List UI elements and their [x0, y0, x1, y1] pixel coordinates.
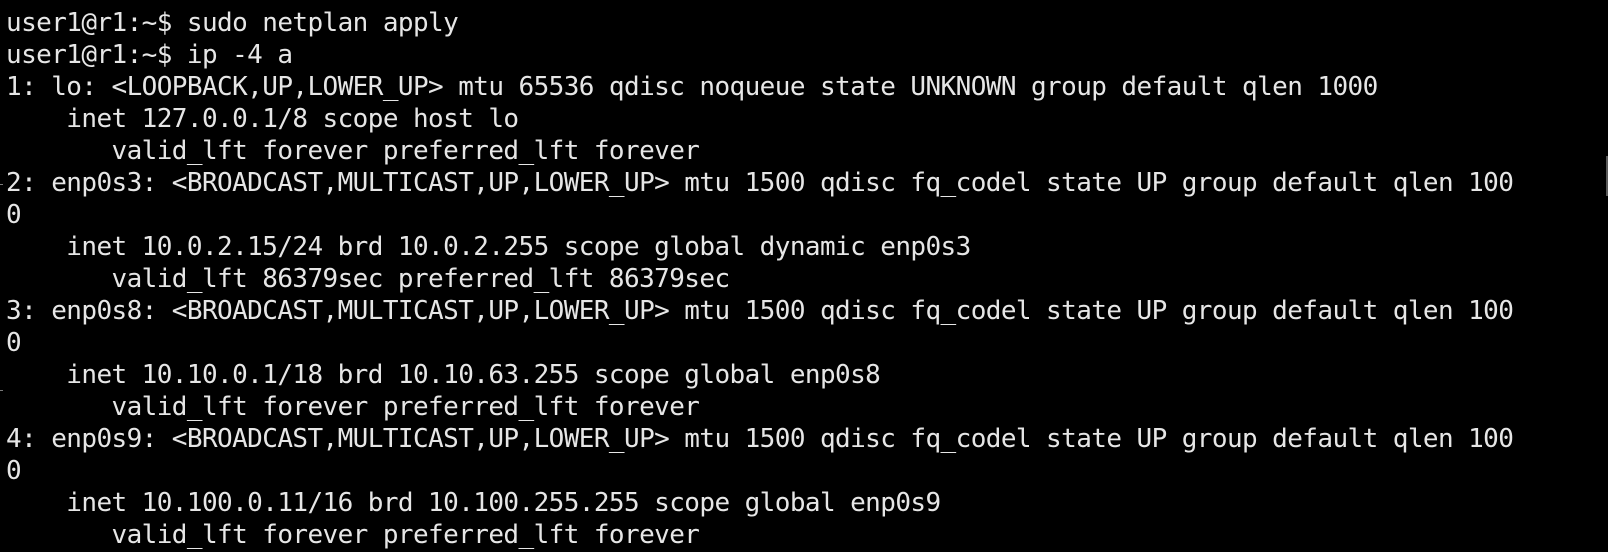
interface-enp0s3-header-wrap: 0 [6, 200, 22, 230]
interface-enp0s3-lifetime: valid_lft 86379sec preferred_lft 86379se… [6, 264, 731, 294]
interface-enp0s8-header: 3: enp0s8: <BROADCAST,MULTICAST,UP,LOWER… [6, 296, 1514, 326]
prompt-line-netplan-apply: user1@r1:~$ sudo netplan apply [6, 8, 459, 38]
interface-lo-lifetime: valid_lft forever preferred_lft forever [6, 136, 700, 166]
interface-enp0s3-header: 2: enp0s3: <BROADCAST,MULTICAST,UP,LOWER… [6, 168, 1514, 198]
interface-enp0s8-lifetime: valid_lft forever preferred_lft forever [6, 392, 700, 422]
interface-enp0s9-header: 4: enp0s9: <BROADCAST,MULTICAST,UP,LOWER… [6, 424, 1514, 454]
terminal-output: user1@r1:~$ sudo netplan apply user1@r1:~… [6, 7, 1514, 551]
terminal-window[interactable]: user1@r1:~$ sudo netplan apply user1@r1:~… [0, 0, 1608, 552]
interface-enp0s8-header-wrap: 0 [6, 328, 22, 358]
interface-enp0s3-inet: inet 10.0.2.15/24 brd 10.0.2.255 scope g… [6, 232, 971, 262]
prompt-line-ip-addr: user1@r1:~$ ip -4 a [6, 40, 293, 70]
edge-marker [0, 184, 3, 185]
interface-enp0s9-inet: inet 10.100.0.11/16 brd 10.100.255.255 s… [6, 488, 941, 518]
edge-marker [0, 390, 3, 391]
interface-enp0s8-inet: inet 10.10.0.1/18 brd 10.10.63.255 scope… [6, 360, 881, 390]
interface-enp0s9-lifetime: valid_lft forever preferred_lft forever [6, 520, 700, 550]
interface-lo-inet: inet 127.0.0.1/8 scope host lo [6, 104, 519, 134]
interface-lo-header: 1: lo: <LOOPBACK,UP,LOWER_UP> mtu 65536 … [6, 72, 1378, 102]
interface-enp0s9-header-wrap: 0 [6, 456, 22, 486]
